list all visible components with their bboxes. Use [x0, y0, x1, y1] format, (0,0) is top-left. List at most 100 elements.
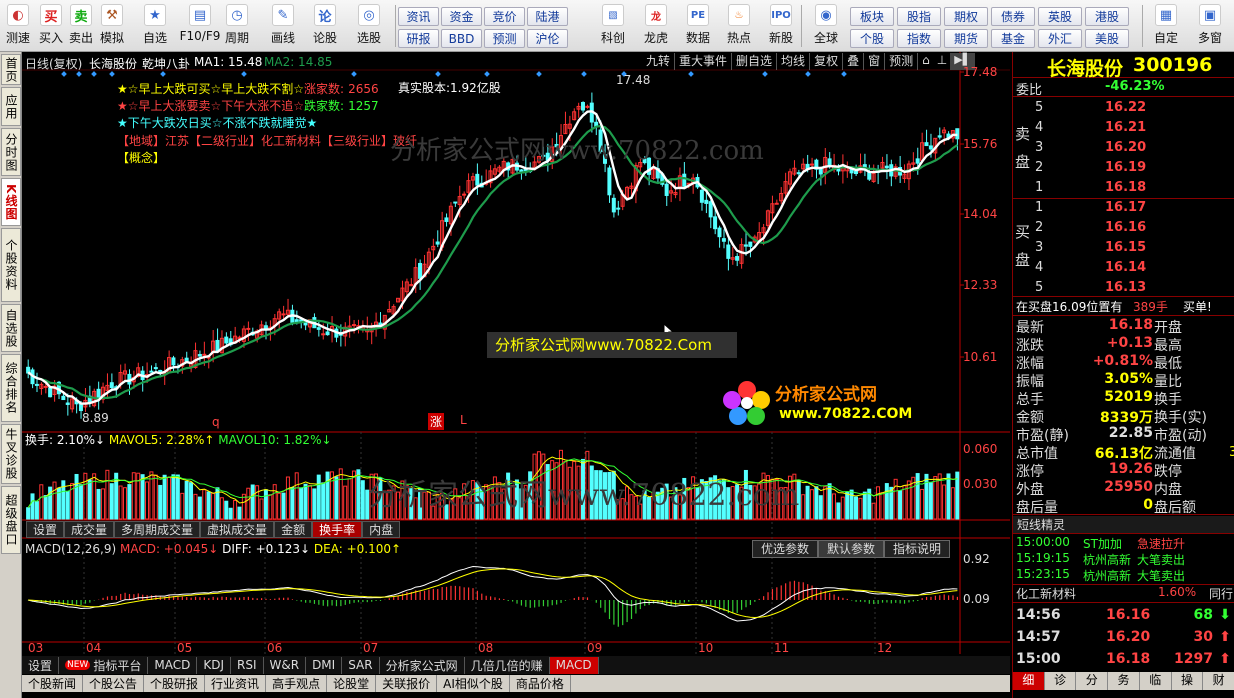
event-marker[interactable] — [76, 71, 82, 77]
toolbar-speed-button[interactable]: ◐ 测速 — [3, 4, 33, 50]
toolbar-grid-button[interactable]: 沪伦 — [527, 29, 568, 48]
volume-tab[interactable]: 内盘 — [362, 521, 401, 538]
quote-bottom-tab[interactable]: 分 — [1076, 672, 1109, 690]
sell-level[interactable]: 1 16.18 — [1013, 180, 1234, 198]
toolbar-grid-button[interactable]: 竞价 — [484, 7, 525, 26]
event-marker[interactable] — [160, 71, 166, 77]
toolbar-grid-button[interactable]: 预测 — [484, 29, 525, 48]
toolbar-market-button[interactable]: 外汇 — [1038, 29, 1082, 48]
macd-button[interactable]: 默认参数 — [818, 540, 885, 558]
quote-bottom-tab[interactable]: 操 — [1171, 672, 1204, 690]
sell-level[interactable]: 4 16.21 — [1013, 120, 1234, 138]
buy-level[interactable]: 2 16.16 — [1013, 220, 1234, 238]
macd-button[interactable]: 优选参数 — [752, 540, 819, 558]
toolbar-market-button[interactable]: 期货 — [944, 29, 988, 48]
chart-top-button[interactable]: 复权 — [810, 53, 844, 70]
chart-top-button[interactable]: 九转 — [642, 53, 676, 70]
toolbar-market-button[interactable]: 板块 — [850, 7, 894, 26]
indicator-tab[interactable]: RSI — [231, 656, 264, 674]
kline-chart-area[interactable]: 日线(复权) 长海股份 乾坤八卦 MA1: 15.48 MA2: 14.85 九… — [22, 52, 1010, 692]
indicator-tab[interactable]: KDJ — [197, 656, 231, 674]
chart-top-button[interactable]: 重大事件 — [675, 53, 733, 70]
event-marker[interactable] — [435, 71, 441, 77]
short-spirit-label[interactable]: 短线精灵 — [1017, 516, 1065, 533]
indicator-tab[interactable]: MACD — [148, 656, 198, 674]
news-tab[interactable]: 个股公告 — [83, 675, 145, 692]
toolbar-pen-button[interactable]: ✎ 画线 — [268, 4, 298, 50]
toolbar-market-button[interactable]: 港股 — [1085, 7, 1129, 26]
event-marker[interactable] — [484, 71, 490, 77]
buy-level[interactable]: 1 16.17 — [1013, 200, 1234, 218]
sell-level[interactable]: 2 16.19 — [1013, 160, 1234, 178]
indicator-tab[interactable]: 设置 — [22, 656, 60, 674]
side-tab[interactable]: 综合排名 — [1, 354, 21, 422]
indicator-tab[interactable]: MACD — [549, 656, 599, 674]
buy-level[interactable]: 3 16.15 — [1013, 240, 1234, 258]
toolbar-hot-button[interactable]: ♨ 热点 — [722, 4, 756, 50]
toolbar-chart-button[interactable]: ▧ 科创 — [596, 4, 630, 50]
pin-icon[interactable]: ⊥ — [934, 53, 950, 70]
news-tab[interactable]: 个股研报 — [144, 675, 206, 692]
sell-level[interactable]: 3 16.20 — [1013, 140, 1234, 158]
indicator-tab[interactable]: SAR — [342, 656, 380, 674]
volume-tab[interactable]: 换手率 — [312, 521, 363, 538]
toolbar-market-button[interactable]: 股指 — [897, 7, 941, 26]
toolbar-market-button[interactable]: 英股 — [1038, 7, 1082, 26]
toolbar-grid-button[interactable]: 陆港 — [527, 7, 568, 26]
sell-level[interactable]: 5 16.22 — [1013, 100, 1234, 118]
chart-top-button[interactable]: 窗 — [864, 53, 886, 70]
toolbar-market-button[interactable]: 美股 — [1085, 29, 1129, 48]
toolbar-sell-button[interactable]: 卖卖出 — [66, 4, 96, 50]
indicator-tab[interactable]: W&R — [263, 656, 307, 674]
volume-tab[interactable]: 成交量 — [64, 521, 115, 538]
news-tab[interactable]: 个股新闻 — [22, 675, 84, 692]
toolbar-select-button[interactable]: ◎ 选股 — [354, 4, 384, 50]
indicator-tab[interactable]: DMI — [306, 656, 343, 674]
toolbar-market-button[interactable]: 债券 — [991, 7, 1035, 26]
volume-tab[interactable]: 金额 — [274, 521, 313, 538]
side-tab[interactable]: 个股资料 — [1, 228, 21, 302]
chart-top-button[interactable]: 叠 — [843, 53, 865, 70]
short-spirit-item[interactable]: 15:00:00 ST加加 急速拉升 — [1013, 535, 1234, 551]
quote-bottom-tab[interactable]: 务 — [1108, 672, 1140, 690]
toolbar-market-button[interactable]: 期权 — [944, 7, 988, 26]
event-marker[interactable] — [351, 71, 357, 77]
toolbar-market-button[interactable]: 指数 — [897, 29, 941, 48]
home-icon[interactable]: ⌂ — [918, 53, 934, 70]
short-spirit-item[interactable]: 15:23:15 杭州高新 大笔卖出 — [1013, 567, 1234, 583]
side-tab[interactable]: 超级盘口 — [1, 486, 21, 554]
chart-top-button[interactable]: 删自选 — [732, 53, 778, 70]
side-tab[interactable]: 牛叉诊股 — [1, 424, 21, 484]
sector-name[interactable]: 化工新材料 — [1016, 585, 1076, 602]
quote-bottom-tab[interactable]: 诊 — [1044, 672, 1077, 690]
event-marker[interactable] — [536, 71, 542, 77]
toolbar-star-button[interactable]: ★ 自选 — [140, 4, 170, 50]
event-marker[interactable] — [688, 71, 694, 77]
side-tab[interactable]: 首页 — [1, 54, 21, 85]
volume-tab[interactable]: 设置 — [26, 521, 65, 538]
toolbar-grid-button[interactable]: 研报 — [398, 29, 439, 48]
quote-bottom-tab[interactable]: 财 — [1203, 672, 1234, 690]
event-marker[interactable] — [91, 71, 97, 77]
side-tab[interactable]: 分时图 — [1, 128, 21, 176]
toolbar-f10-button[interactable]: ▤ F10/F9 — [178, 4, 222, 50]
event-marker[interactable] — [241, 71, 247, 77]
side-tab[interactable]: 应用 — [1, 87, 21, 126]
toolbar-windows-button[interactable]: ▣ 多窗 — [1192, 4, 1228, 50]
side-tab[interactable]: K线图 — [1, 178, 21, 226]
toolbar-discuss-button[interactable]: 论论股 — [310, 4, 340, 50]
quote-bottom-tab[interactable]: 细 — [1013, 672, 1045, 690]
buy-level[interactable]: 5 16.13 — [1013, 280, 1234, 298]
toolbar-grid-button[interactable]: 资讯 — [398, 7, 439, 26]
news-tab[interactable]: AI相似个股 — [437, 675, 510, 692]
toolbar-custom-button[interactable]: ▦ 自定 — [1148, 4, 1184, 50]
event-marker[interactable] — [109, 71, 115, 77]
toolbar-market-button[interactable]: 基金 — [991, 29, 1035, 48]
news-tab[interactable]: 高手观点 — [266, 675, 328, 692]
toolbar-ipo-button[interactable]: IPO 新股 — [764, 4, 798, 50]
quote-bottom-tab[interactable]: 临 — [1139, 672, 1172, 690]
news-tab[interactable]: 商品价格 — [510, 675, 571, 692]
chart-top-button[interactable]: 预测 — [885, 53, 919, 70]
volume-tab[interactable]: 虚拟成交量 — [200, 521, 275, 538]
event-marker[interactable] — [841, 71, 847, 77]
